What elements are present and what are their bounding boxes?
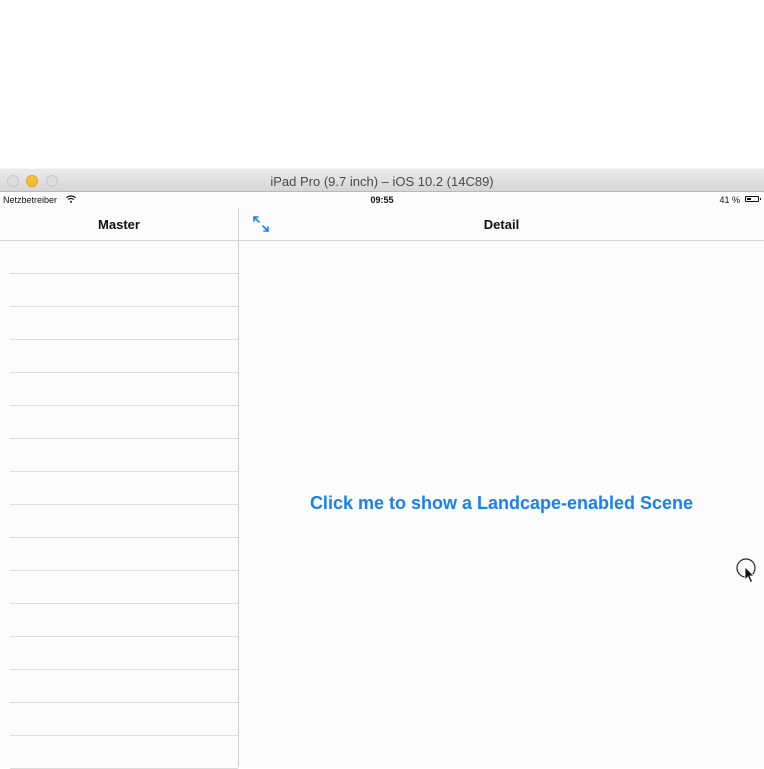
table-row[interactable]: [10, 439, 238, 472]
show-landscape-scene-button[interactable]: Click me to show a Landcape-enabled Scen…: [239, 493, 764, 514]
table-row[interactable]: [10, 472, 238, 505]
table-row[interactable]: [10, 241, 238, 274]
window-titlebar[interactable]: iPad Pro (9.7 inch) – iOS 10.2 (14C89): [0, 168, 764, 192]
table-row[interactable]: [10, 736, 238, 769]
table-row[interactable]: [10, 274, 238, 307]
window-title: iPad Pro (9.7 inch) – iOS 10.2 (14C89): [270, 174, 494, 189]
master-title: Master: [98, 217, 140, 232]
table-row[interactable]: [10, 373, 238, 406]
table-row[interactable]: [10, 703, 238, 736]
status-time: 09:55: [370, 195, 394, 205]
table-row[interactable]: [10, 637, 238, 670]
status-bar: Netzbetreiber 09:55 41 %: [0, 192, 764, 208]
battery-fill: [747, 198, 751, 200]
table-row[interactable]: [10, 340, 238, 373]
detail-navigation-bar: Detail: [239, 208, 764, 241]
battery-icon: [745, 196, 761, 202]
split-view-divider: [238, 208, 239, 767]
battery-percentage: 41 %: [719, 195, 740, 205]
simulator-window: iPad Pro (9.7 inch) – iOS 10.2 (14C89) N…: [0, 168, 764, 769]
table-row[interactable]: [10, 538, 238, 571]
mouse-cursor-icon: [736, 558, 756, 584]
device-screen: Netzbetreiber 09:55 41 % Master Detail C…: [0, 192, 764, 769]
table-row[interactable]: [10, 604, 238, 637]
battery-nub: [760, 198, 761, 200]
table-row[interactable]: [10, 406, 238, 439]
master-navigation-bar: Master: [0, 208, 238, 241]
table-row[interactable]: [10, 307, 238, 340]
table-row[interactable]: [10, 670, 238, 703]
table-row[interactable]: [10, 505, 238, 538]
table-row[interactable]: [10, 571, 238, 604]
master-table-view[interactable]: [0, 241, 238, 769]
detail-title: Detail: [483, 217, 520, 232]
